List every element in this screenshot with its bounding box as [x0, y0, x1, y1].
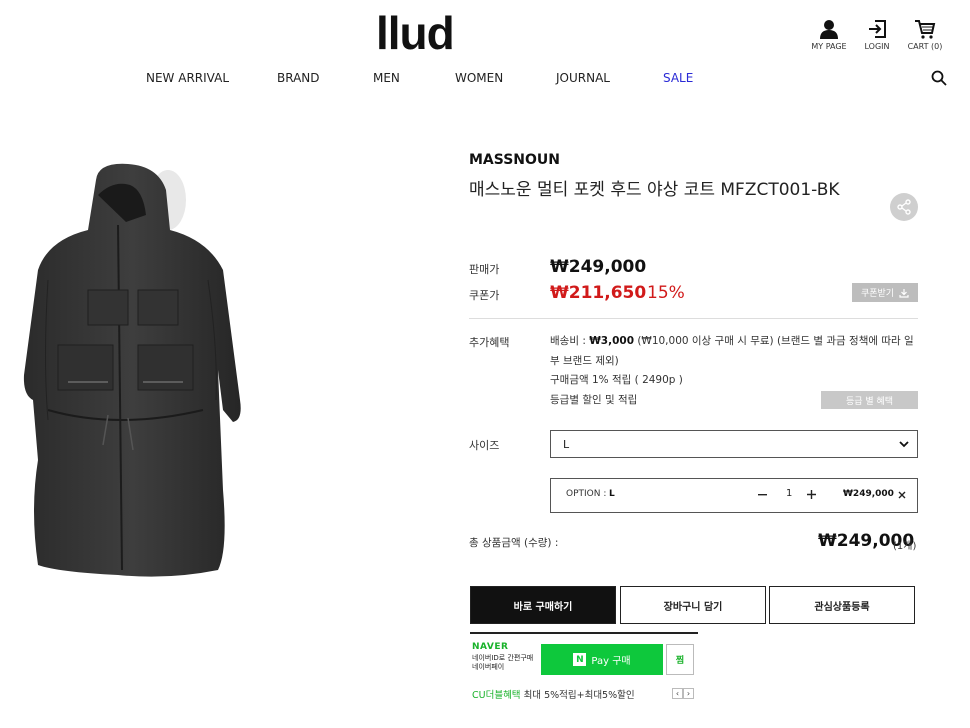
main-nav: NEW ARRIVAL BRAND MEN WOMEN JOURNAL SALE [0, 71, 970, 87]
discount-rate: 15% [647, 283, 685, 303]
naver-event-text: CU더블혜택 최대 5%적립+최대5%할인 [472, 690, 635, 701]
login-link[interactable]: LOGIN [852, 18, 902, 51]
naver-event-nav: ‹ › [672, 688, 694, 699]
quantity-value[interactable]: 1 [786, 488, 792, 499]
search-icon[interactable] [931, 70, 947, 86]
benefit-label: 추가혜택 [469, 336, 510, 349]
shipping-info: 배송비 : ₩3,000 (₩10,000 이상 구매 시 무료) (브랜드 별… [550, 335, 914, 367]
naver-pay-button[interactable]: N Pay 구매 [541, 644, 663, 675]
coupon-download-label: 쿠폰받기 [860, 289, 895, 299]
cart-label: CART (0) [907, 42, 943, 51]
option-value: L [609, 489, 615, 499]
close-icon[interactable] [898, 491, 906, 499]
nav-brand[interactable]: BRAND [277, 71, 320, 85]
next-arrow-icon[interactable]: › [683, 688, 694, 699]
plus-icon[interactable] [807, 490, 816, 499]
coupon-price-label: 쿠폰가 [469, 289, 500, 302]
prev-arrow-icon[interactable]: ‹ [672, 688, 683, 699]
option-price: ₩249,000 [843, 489, 894, 499]
nav-new-arrival[interactable]: NEW ARRIVAL [146, 71, 229, 85]
option-label: OPTION : [566, 489, 607, 499]
cart-icon [915, 20, 936, 39]
buy-now-button[interactable]: 바로 구매하기 [470, 586, 616, 624]
coupon-download-button[interactable]: 쿠폰받기 [852, 283, 918, 302]
my-page-label: MY PAGE [811, 42, 847, 51]
total-quantity: (1개) [893, 541, 917, 552]
my-page-link[interactable]: MY PAGE [804, 18, 854, 51]
size-label: 사이즈 [469, 439, 500, 452]
person-icon [820, 20, 838, 39]
nav-men[interactable]: MEN [373, 71, 400, 85]
share-button[interactable] [890, 193, 918, 221]
size-select[interactable]: L [550, 430, 918, 458]
share-icon [897, 199, 911, 215]
selected-option: OPTION : L 1 ₩249,000 [550, 478, 918, 513]
site-logo[interactable]: llud [376, 6, 455, 60]
naver-logo: NAVER [472, 642, 509, 652]
naver-pay-widget: NAVER 네이버ID로 간편구매 네이버페이 N Pay 구매 찜 CU더블혜… [470, 632, 698, 704]
add-to-cart-button[interactable]: 장바구니 담기 [620, 586, 766, 624]
size-select-value: L [563, 437, 570, 451]
login-label: LOGIN [864, 42, 890, 51]
download-icon [899, 288, 909, 298]
shipping-fee: ₩3,000 [589, 335, 634, 347]
naver-zzim-button[interactable]: 찜 [666, 644, 694, 675]
naver-n-icon: N [573, 653, 587, 666]
price-label: 판매가 [469, 263, 500, 276]
product-brand[interactable]: MASSNOUN [469, 152, 560, 168]
points-info: 구매금액 1% 적립 ( 2490p ) [550, 374, 683, 386]
sale-price: ₩249,000 [550, 257, 647, 277]
grade-benefit-button[interactable]: 등급 별 혜택 [821, 391, 918, 409]
login-icon [869, 20, 886, 38]
chevron-down-icon [899, 440, 909, 447]
product-image [23, 163, 241, 577]
naver-pay-desc: 네이버ID로 간편구매 네이버페이 [472, 654, 534, 671]
product-name: 매스노운 멀티 포켓 후드 야상 코트 MFZCT001-BK [469, 180, 840, 200]
total-label: 총 상품금액 (수량) : [469, 537, 559, 549]
nav-sale[interactable]: SALE [663, 71, 693, 85]
coupon-price: ₩211,650 [550, 283, 647, 303]
naver-pay-label: Pay 구매 [591, 656, 631, 667]
cart-link[interactable]: CART (0) [900, 18, 950, 51]
nav-women[interactable]: WOMEN [455, 71, 503, 85]
nav-journal[interactable]: JOURNAL [556, 71, 610, 85]
minus-icon[interactable] [758, 494, 767, 496]
wishlist-button[interactable]: 관심상품등록 [769, 586, 915, 624]
divider [469, 318, 918, 319]
